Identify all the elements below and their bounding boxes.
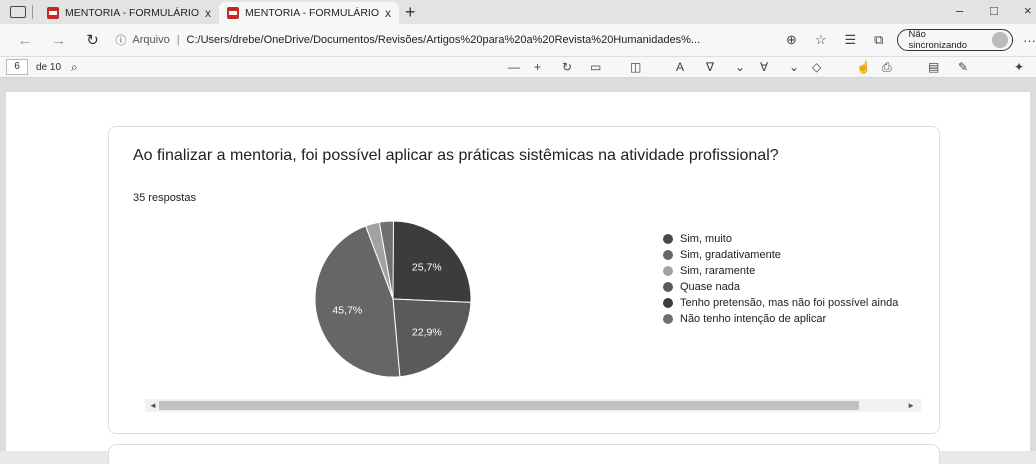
legend-swatch [663, 234, 673, 244]
slice-percent-label: 25,7% [412, 262, 442, 274]
highlight-icon[interactable]: ∀ [760, 60, 768, 74]
page-number-input[interactable]: 6 [6, 59, 28, 75]
tab-actions-icon[interactable] [10, 6, 26, 18]
pdf-viewer[interactable]: Ao finalizar a mentoria, foi possível ap… [0, 78, 1036, 464]
close-window-button[interactable]: × [1024, 3, 1032, 18]
page-count: de 10 [36, 61, 62, 73]
legend-label: Tenho pretensão, mas não foi possível ai… [680, 297, 899, 309]
save-as-icon[interactable]: ✎ [958, 60, 968, 74]
legend-swatch [663, 314, 673, 324]
print-icon[interactable]: ⎙ [882, 60, 892, 75]
tab-close-icon[interactable]: x [385, 6, 391, 20]
scroll-right-icon[interactable]: ► [907, 399, 915, 412]
zoom-in-icon[interactable]: + [534, 60, 541, 74]
url-text[interactable]: C:/Users/drebe/OneDrive/Documentos/Revis… [187, 34, 701, 46]
pdf-icon [227, 7, 239, 19]
legend-item: Não tenho intenção de aplicar [663, 313, 933, 326]
pdf-page: Ao finalizar a mentoria, foi possível ap… [6, 92, 1030, 464]
next-question-card [108, 444, 940, 464]
legend-item: Quase nada [663, 281, 933, 294]
slice-percent-label: 45,7% [332, 304, 362, 316]
minimize-button[interactable]: – [956, 3, 963, 18]
legend-label: Não tenho intenção de aplicar [680, 313, 827, 325]
tab-close-icon[interactable]: x [205, 6, 211, 20]
zoom-out-icon[interactable]: — [508, 60, 520, 74]
rotate-icon[interactable]: ↻ [562, 60, 572, 74]
avatar [992, 32, 1008, 48]
question-title: Ao finalizar a mentoria, foi possível ap… [133, 147, 779, 164]
response-count: 35 respostas [133, 192, 196, 204]
page-view-icon[interactable]: ◫ [630, 60, 641, 74]
legend-item: Sim, muito [663, 233, 933, 246]
favorites-list-icon[interactable]: ☰ [845, 32, 857, 48]
protocol-label: Arquivo [132, 34, 170, 46]
zoom-icon[interactable]: ⊕ [786, 32, 797, 48]
tab-mentoria-1[interactable]: MENTORIA - FORMULÁRIO ENVI x [39, 2, 219, 24]
more-icon[interactable]: ··· [1023, 33, 1036, 48]
legend-label: Sim, gradativamente [680, 249, 781, 261]
draw-dropdown-icon[interactable]: ⌄ [735, 60, 745, 74]
tab-mentoria-2[interactable]: MENTORIA - FORMULÁRIO ENVI x [219, 2, 399, 24]
legend-label: Quase nada [680, 281, 740, 293]
address-bar-row: ← → ↻ ⓘ Arquivo | C:/Users/drebe/OneDriv… [0, 24, 1036, 56]
favorite-icon[interactable]: ☆ [815, 32, 827, 48]
erase-icon[interactable]: ◇ [812, 60, 821, 74]
fit-page-icon[interactable]: ▭ [590, 60, 601, 74]
tab-bar: MENTORIA - FORMULÁRIO ENVI x MENTORIA - … [0, 0, 1036, 24]
slice-percent-label: 22,9% [412, 326, 442, 338]
scrollbar-thumb[interactable] [159, 401, 859, 410]
legend-item: Sim, raramente [663, 265, 933, 278]
tab-separator [32, 5, 33, 19]
save-icon[interactable]: ▤ [928, 60, 939, 74]
info-icon[interactable]: ⓘ [115, 32, 126, 48]
highlight-dropdown-icon[interactable]: ⌄ [789, 60, 799, 74]
scroll-left-icon[interactable]: ◄ [149, 399, 157, 412]
new-tab-button[interactable]: + [405, 2, 416, 23]
question-card: Ao finalizar a mentoria, foi possível ap… [108, 126, 940, 434]
tab-title: MENTORIA - FORMULÁRIO ENVI [245, 7, 381, 19]
legend-label: Sim, muito [680, 233, 732, 245]
forward-button[interactable]: → [50, 32, 68, 49]
pdf-icon [47, 7, 59, 19]
legend-item: Sim, gradativamente [663, 249, 933, 262]
maximize-button[interactable]: □ [990, 3, 998, 18]
tab-title: MENTORIA - FORMULÁRIO ENVI [65, 7, 201, 19]
legend-swatch [663, 266, 673, 276]
pie-chart: 25,7% 22,9% 45,7% [314, 220, 472, 378]
legend-item: Tenho pretensão, mas não foi possível ai… [663, 297, 933, 310]
pdf-toolbar: 6 de 10 ⌕ — + ↻ ▭ ◫ A ∇ ⌄ ∀ ⌄ ◇ ☝ ⎙ ▤ ✎ … [0, 56, 1036, 78]
touch-icon[interactable]: ☝ [856, 60, 871, 74]
pin-icon[interactable]: ✦ [1014, 60, 1024, 74]
address-field[interactable]: ⓘ Arquivo | C:/Users/drebe/OneDrive/Docu… [115, 28, 768, 52]
chart-legend: Sim, muito Sim, gradativamente Sim, rarame… [663, 233, 933, 329]
legend-swatch [663, 282, 673, 292]
legend-label: Sim, raramente [680, 265, 756, 277]
refresh-button[interactable]: ↻ [84, 31, 102, 49]
read-aloud-icon[interactable]: A [676, 60, 684, 74]
search-icon[interactable]: ⌕ [71, 60, 78, 75]
legend-swatch [663, 250, 673, 260]
draw-icon[interactable]: ∇ [706, 60, 714, 74]
back-button[interactable]: ← [16, 32, 34, 49]
horizontal-scrollbar[interactable]: ◄ ► [145, 399, 921, 412]
legend-swatch [663, 298, 673, 308]
sync-label: Não sincronizando [908, 29, 968, 51]
sync-status-button[interactable]: Não sincronizando [897, 29, 1013, 51]
collections-icon[interactable]: ⧉ [874, 32, 883, 48]
address-separator: | [176, 34, 180, 46]
